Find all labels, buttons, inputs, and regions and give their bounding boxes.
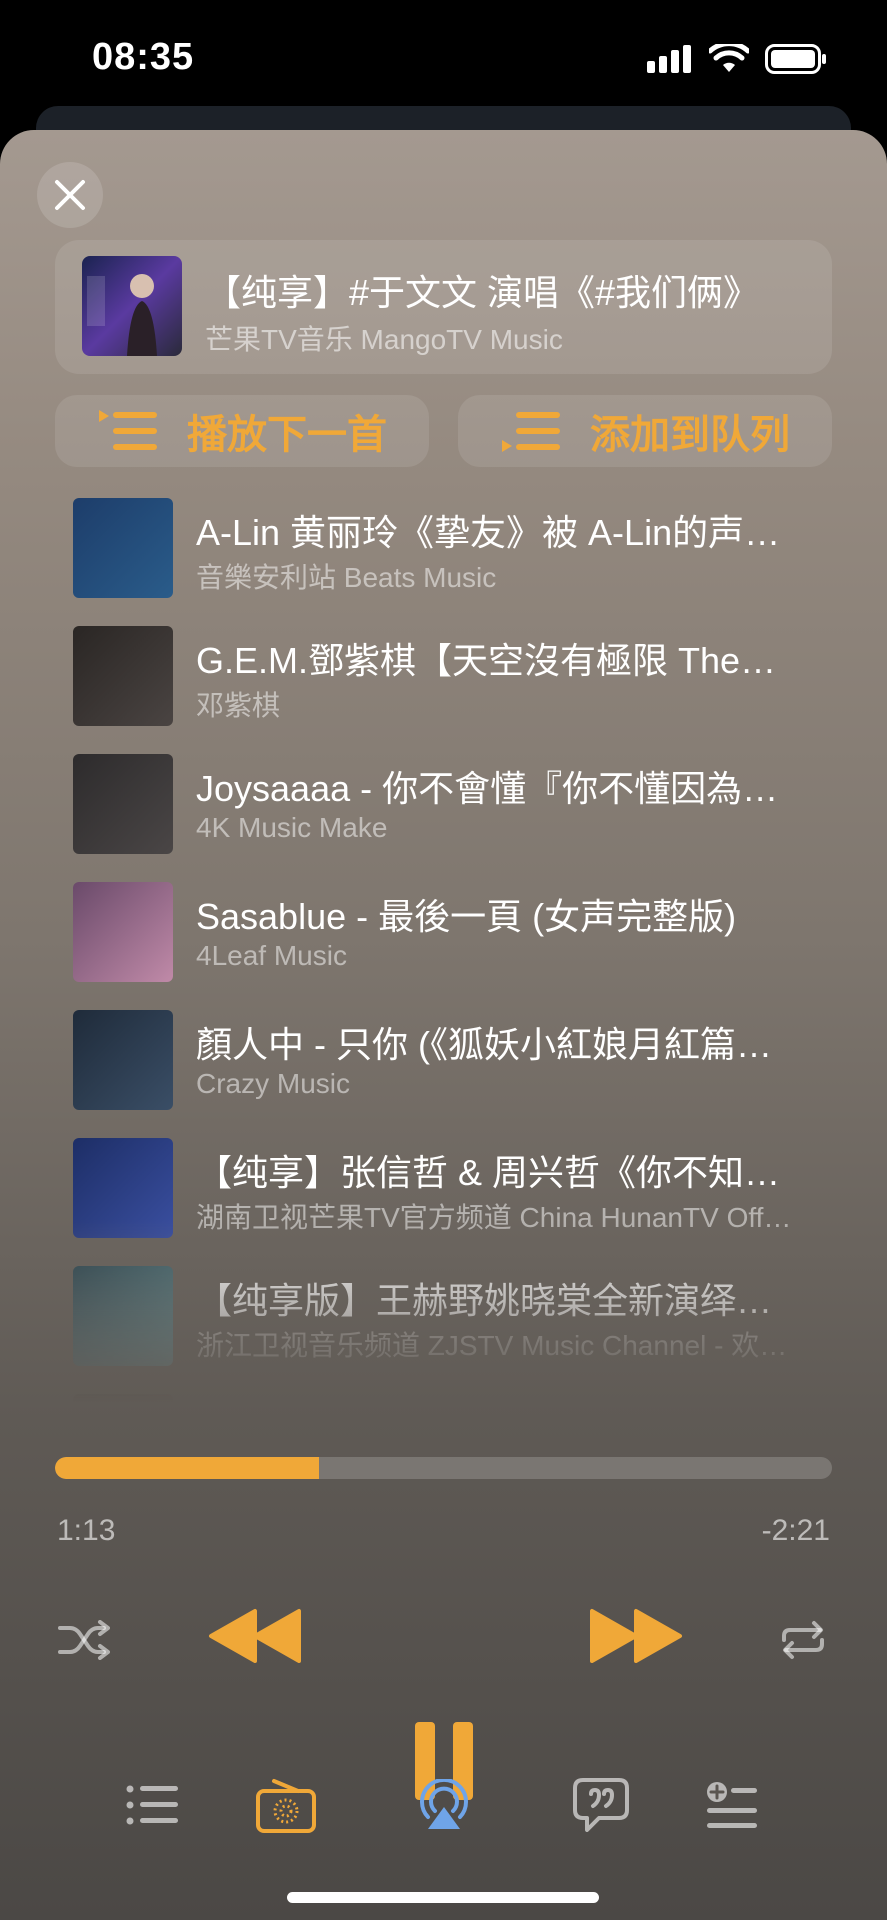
- close-button[interactable]: [37, 162, 103, 228]
- shuffle-button[interactable]: [54, 1610, 114, 1670]
- queue-title: A-Lin 黄丽玲《挚友》被 A-Lin的声音打动: [196, 512, 786, 553]
- home-indicator[interactable]: [287, 1892, 599, 1903]
- radio-icon: [256, 1779, 316, 1833]
- queue-thumbnail: [73, 1266, 173, 1366]
- queue-list: A-Lin 黄丽玲《挚友》被 A-Lin的声音打动音樂安利站 Beats Mus…: [0, 490, 887, 1402]
- lyrics-icon: [573, 1778, 629, 1832]
- queue-thumbnail: [73, 1010, 173, 1110]
- player-sheet: 【纯享】#于文文 演唱《#我们俩》 芒果TV音乐 MangoTV Music 播…: [0, 130, 887, 1920]
- status-time: 08:35: [92, 36, 195, 78]
- wifi-icon: [709, 44, 749, 72]
- now-playing-title: 【纯享】#于文文 演唱《#我们俩》: [205, 272, 760, 313]
- queue-row[interactable]: Joysaaaa - 你不會懂『你不懂因為你不是我』4K Music Make: [0, 746, 887, 874]
- cellular-signal-icon: [647, 45, 691, 73]
- progress-bar[interactable]: [55, 1457, 832, 1479]
- queue-row[interactable]: 王一 - 聚始模了『因…称微笑末四』: [0, 1386, 887, 1402]
- battery-icon: [765, 44, 826, 74]
- queue-channel: 4Leaf Music: [196, 940, 347, 971]
- queue-channel: 邓紫棋: [196, 690, 281, 721]
- play-next-button[interactable]: 播放下一首: [55, 395, 429, 467]
- repeat-icon: [782, 1621, 824, 1659]
- queue-title: 【纯享】张信哲 & 周兴哲《你不知道的事》: [196, 1152, 786, 1193]
- add-to-playlist-icon: [707, 1782, 757, 1828]
- queue-thumbnail: [73, 1394, 173, 1402]
- now-playing-channel: 芒果TV音乐 MangoTV Music: [205, 324, 563, 355]
- play-next-label: 播放下一首: [187, 413, 387, 457]
- queue-thumbnail: [73, 498, 173, 598]
- queue-row[interactable]: 【纯享版】王赫野姚晓棠全新演绎《如果爱忘了》浙江卫视音乐频道 ZJSTV Mus…: [0, 1258, 887, 1386]
- queue-title: Sasablue - 最後一頁 (女声完整版): [196, 896, 737, 937]
- close-icon: [55, 180, 85, 210]
- queue-channel: 湖南卫视芒果TV官方频道 China HunanTV Official Chan…: [196, 1202, 796, 1233]
- queue-channel: 浙江卫视音乐频道 ZJSTV Music Channel - 欢迎订阅: [196, 1330, 796, 1361]
- queue-channel: 4K Music Make: [196, 812, 388, 843]
- play-next-icon: [99, 410, 157, 450]
- queue-row[interactable]: G.E.M.鄧紫棋【天空沒有極限 The Sky's the Limit】邓紫棋: [0, 618, 887, 746]
- tab-add-to-playlist[interactable]: [697, 1770, 767, 1840]
- progress-fill: [55, 1457, 320, 1479]
- queue-title: 王一 - 聚始模了『因…称微笑末四』: [196, 1400, 786, 1402]
- tab-queue-list[interactable]: [118, 1770, 188, 1840]
- queue-thumbnail: [73, 754, 173, 854]
- queue-row[interactable]: 【纯享】张信哲 & 周兴哲《你不知道的事》湖南卫视芒果TV官方频道 China …: [0, 1130, 887, 1258]
- shuffle-icon: [58, 1620, 110, 1660]
- rewind-button[interactable]: [205, 1596, 305, 1676]
- queue-title: 【纯享版】王赫野姚晓棠全新演绎《如果爱忘了》: [196, 1280, 786, 1321]
- add-to-queue-icon: [502, 412, 560, 452]
- queue-thumbnail: [73, 1138, 173, 1238]
- queue-channel: 音樂安利站 Beats Music: [196, 562, 497, 593]
- repeat-button[interactable]: [773, 1610, 833, 1670]
- tab-lyrics[interactable]: [566, 1770, 636, 1840]
- remaining-time: -2:21: [761, 1514, 830, 1547]
- status-icons: [647, 44, 827, 74]
- fast-forward-button[interactable]: [586, 1596, 686, 1676]
- tab-radio[interactable]: [251, 1770, 321, 1840]
- queue-thumbnail: [73, 626, 173, 726]
- queue-title: Joysaaaa - 你不會懂『你不懂因為你不是我』: [196, 768, 786, 809]
- fast-forward-icon: [590, 1609, 682, 1663]
- queue-title: G.E.M.鄧紫棋【天空沒有極限 The Sky's the Limit】: [196, 640, 786, 681]
- add-to-queue-button[interactable]: 添加到队列: [458, 395, 832, 467]
- tab-airplay[interactable]: [409, 1770, 479, 1840]
- now-playing-card[interactable]: 【纯享】#于文文 演唱《#我们俩》 芒果TV音乐 MangoTV Music: [55, 240, 832, 374]
- queue-thumbnail: [73, 882, 173, 982]
- queue-channel: Crazy Music: [196, 1068, 351, 1099]
- queue-row[interactable]: Sasablue - 最後一頁 (女声完整版) 4Leaf Music: [0, 874, 887, 1002]
- queue-row[interactable]: 顏人中 - 只你 (《狐妖小紅娘月紅篇》片尾曲)Crazy Music: [0, 1002, 887, 1130]
- queue-row[interactable]: A-Lin 黄丽玲《挚友》被 A-Lin的声音打动音樂安利站 Beats Mus…: [0, 490, 887, 618]
- airplay-icon: [420, 1779, 468, 1829]
- elapsed-time: 1:13: [57, 1514, 116, 1547]
- add-to-queue-label: 添加到队列: [590, 413, 790, 457]
- queue-list-icon: [126, 1785, 178, 1825]
- queue-title: 顏人中 - 只你 (《狐妖小紅娘月紅篇》片尾曲): [196, 1024, 786, 1065]
- status-bar: 08:35: [0, 0, 887, 120]
- now-playing-artwork: [82, 256, 182, 356]
- rewind-icon: [209, 1609, 301, 1663]
